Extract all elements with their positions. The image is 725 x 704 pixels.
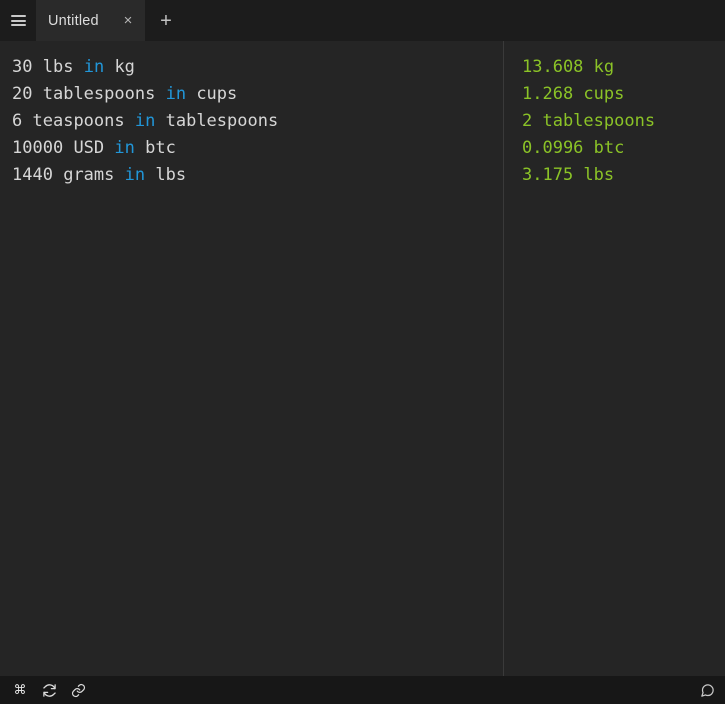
result-line: 13.608 kg xyxy=(522,57,615,77)
editor-line: 6 teaspoons in tablespoons xyxy=(12,108,503,135)
editor-line-keyword: in xyxy=(134,111,156,131)
editor-line-unit: teaspoons xyxy=(32,111,125,131)
editor-line-unit: lbs xyxy=(42,57,74,77)
editor-line-value: 20 xyxy=(12,84,33,104)
editor-line-keyword: in xyxy=(83,57,105,77)
editor-line-keyword: in xyxy=(165,84,187,104)
editor-line-target: lbs xyxy=(155,165,187,185)
editor-line: 1440 grams in lbs xyxy=(12,162,503,189)
editor-line-target: tablespoons xyxy=(165,111,279,131)
command-icon[interactable]: ⌘ xyxy=(12,682,28,698)
editor-line-keyword: in xyxy=(124,165,146,185)
editor-line-value: 10000 xyxy=(12,138,64,158)
hamburger-menu-icon xyxy=(10,15,26,26)
comment-icon[interactable] xyxy=(699,682,715,698)
content-area: 30 lbs in kg 20 tablespoons in cups 6 te… xyxy=(0,41,725,676)
editor-line-value: 6 xyxy=(12,111,23,131)
editor-line-target: cups xyxy=(196,84,238,104)
editor-line-unit: USD xyxy=(73,138,105,158)
editor-line-target: kg xyxy=(114,57,135,77)
editor-line: 10000 USD in btc xyxy=(12,135,503,162)
tab-bar: Untitled × + xyxy=(0,0,725,41)
result-line: 0.0996 btc xyxy=(522,138,625,158)
result-line: 1.268 cups xyxy=(522,84,625,104)
editor-line-target: btc xyxy=(145,138,176,158)
result-line: 3.175 lbs xyxy=(522,165,615,185)
refresh-icon[interactable] xyxy=(41,682,57,698)
status-bar: ⌘ xyxy=(0,676,725,704)
status-bar-right-icons xyxy=(699,682,715,698)
results-panel: 13.608 kg 1.268 cups 2 tablespoons 0.099… xyxy=(504,41,725,676)
result-line: 2 tablespoons xyxy=(522,111,656,131)
editor-line-unit: tablespoons xyxy=(42,84,156,104)
editor-line-unit: grams xyxy=(63,165,115,185)
tab-untitled[interactable]: Untitled × xyxy=(36,0,145,41)
close-icon[interactable]: × xyxy=(121,13,135,28)
editor-line: 20 tablespoons in cups xyxy=(12,81,503,108)
hamburger-menu-button[interactable] xyxy=(0,0,36,41)
editor-line-value: 1440 xyxy=(12,165,53,185)
link-icon[interactable] xyxy=(70,682,86,698)
status-bar-left-icons: ⌘ xyxy=(12,682,86,698)
expression-editor[interactable]: 30 lbs in kg 20 tablespoons in cups 6 te… xyxy=(0,41,503,676)
new-tab-button[interactable]: + xyxy=(145,0,187,41)
app-window: Untitled × + 30 lbs in kg 20 tablespoons… xyxy=(0,0,725,704)
editor-line: 30 lbs in kg xyxy=(12,54,503,81)
editor-line-keyword: in xyxy=(114,138,135,158)
editor-line-value: 30 xyxy=(12,57,33,77)
tab-title: Untitled xyxy=(48,12,99,29)
